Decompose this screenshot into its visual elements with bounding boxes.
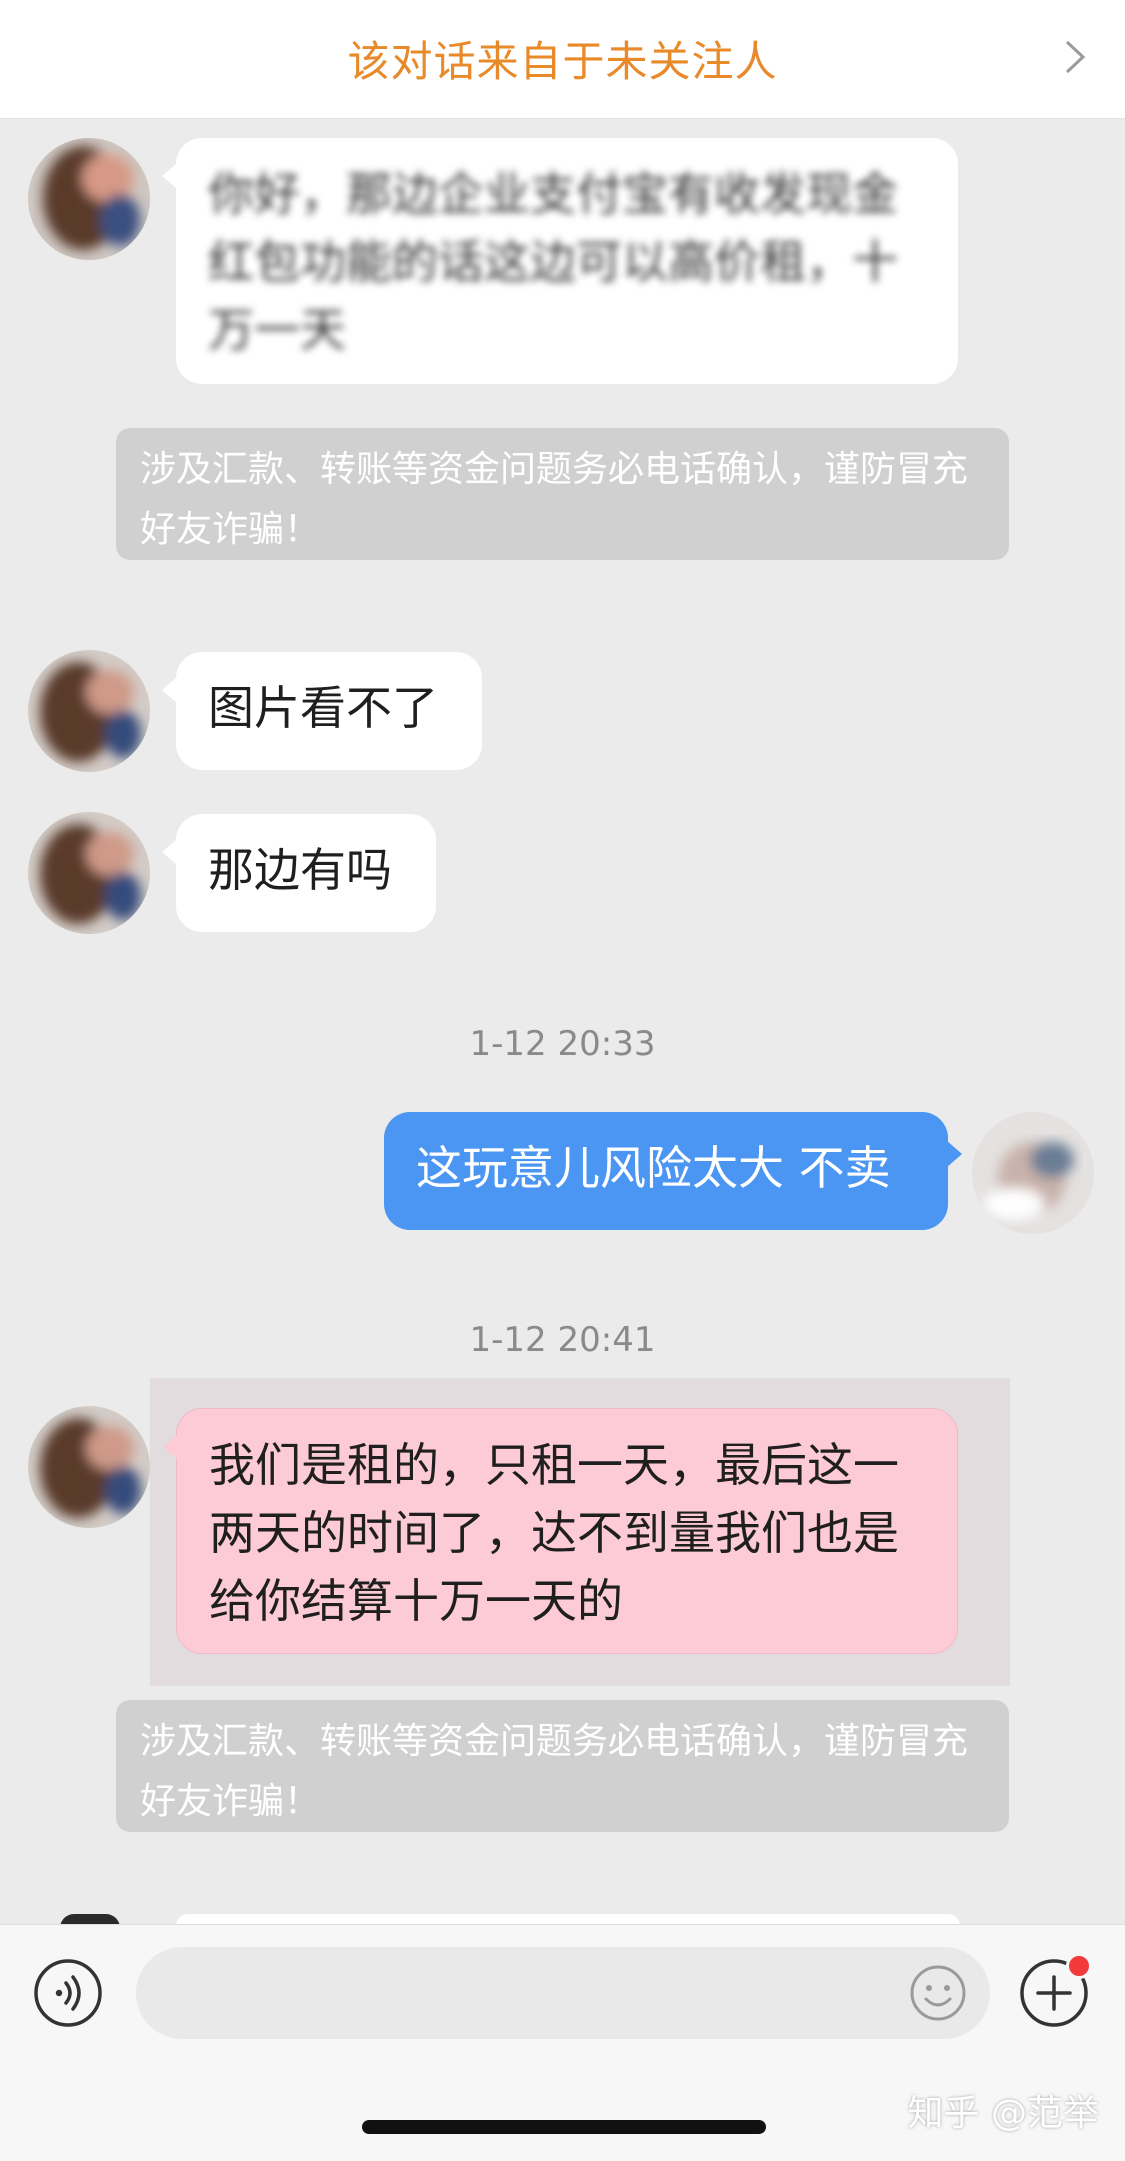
sender-avatar[interactable] (28, 650, 150, 772)
header-bar[interactable]: 该对话来自于未关注人 (0, 0, 1125, 119)
message-text: 图片看不了 (208, 681, 438, 735)
fraud-warning: 涉及汇款、转账等资金问题务必电话确认，谨防冒充好友诈骗！ (116, 428, 1009, 560)
message-text: 我们是租的，只租一天，最后这一两天的时间了，达不到量我们也是给你结算十万一天的 (209, 1438, 899, 1628)
warning-text: 涉及汇款、转账等资金问题务必电话确认，谨防冒充好友诈骗！ (140, 1721, 969, 1822)
emoji-icon[interactable] (908, 1963, 968, 2023)
notification-badge (1066, 1953, 1092, 1979)
sender-avatar[interactable] (28, 138, 150, 260)
header-title: 该对话来自于未关注人 (347, 37, 778, 86)
message-text: 那边有吗 (208, 843, 392, 897)
sender-avatar[interactable] (28, 1406, 150, 1528)
message-bubble[interactable]: 我们是租的，只租一天，最后这一两天的时间了，达不到量我们也是给你结算十万一天的 (163, 1408, 958, 1654)
chevron-right-icon[interactable] (1055, 38, 1093, 76)
own-avatar[interactable] (972, 1112, 1094, 1234)
message-bubble[interactable]: 图片看不了 (162, 652, 482, 770)
sender-avatar[interactable] (28, 812, 150, 934)
warning-text: 涉及汇款、转账等资金问题务必电话确认，谨防冒充好友诈骗！ (140, 449, 969, 550)
timestamp: 1-12 20:33 (469, 1024, 656, 1064)
timestamp: 1-12 20:41 (469, 1320, 656, 1360)
message-bubble[interactable]: 你好，那边企业支付宝有收发现金红包功能的话这边可以高价租，十万一天 (162, 138, 958, 384)
message-bubble-own[interactable]: 这玩意儿风险太大 不卖 (384, 1112, 962, 1230)
watermark: 知乎 @范举 (907, 2093, 1099, 2134)
message-text: 这玩意儿风险太大 不卖 (416, 1141, 891, 1195)
message-text: 你好，那边企业支付宝有收发现金红包功能的话这边可以高价租，十万一天 (208, 167, 898, 357)
fraud-warning: 涉及汇款、转账等资金问题务必电话确认，谨防冒充好友诈骗！ (116, 1700, 1009, 1832)
message-input[interactable] (136, 1947, 990, 2039)
voice-icon[interactable] (32, 1957, 104, 2029)
home-indicator[interactable] (362, 2120, 766, 2134)
message-bubble[interactable]: 那边有吗 (162, 814, 436, 932)
